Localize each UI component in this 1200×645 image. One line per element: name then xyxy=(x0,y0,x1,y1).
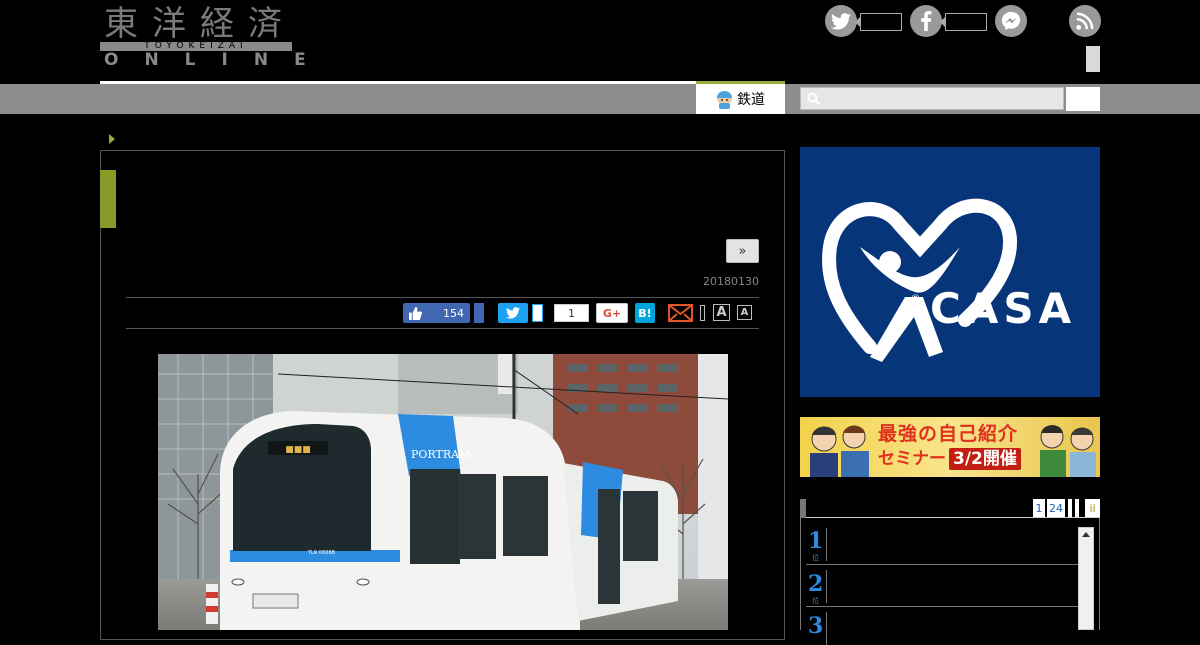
rank-divider-3 xyxy=(826,612,827,645)
search-input[interactable] xyxy=(800,87,1064,110)
font-size-divider xyxy=(700,305,705,321)
scroll-up-arrow-icon[interactable] xyxy=(1082,532,1090,537)
next-page-button[interactable]: » xyxy=(726,239,759,263)
thumbs-up-icon xyxy=(409,306,422,320)
mail-share-button[interactable] xyxy=(668,304,693,326)
messenger-icon xyxy=(1001,11,1021,31)
seminar-sub-label: セミナー xyxy=(878,449,946,469)
tram-car-number: TLR 0606B xyxy=(307,550,336,556)
casa-registered-mark: ® xyxy=(910,292,921,305)
nav-tab-railway[interactable]: 鉄道 xyxy=(696,81,785,114)
share-bar-bottom-rule xyxy=(126,328,759,329)
seminar-title: 最強の自己紹介 xyxy=(878,423,1019,445)
hatena-bookmark-button[interactable]: B! xyxy=(635,303,655,323)
twitter-bird-icon xyxy=(831,12,851,29)
site-logo-online[interactable]: ONLINE xyxy=(104,51,306,69)
ranking-panel xyxy=(800,518,1100,630)
train-character-icon xyxy=(717,90,732,109)
twitter-follower-count xyxy=(855,13,902,31)
ranking-tab-3[interactable] xyxy=(1068,499,1072,517)
seminar-advertisement[interactable]: 最強の自己紹介 セミナー 3/2開催 xyxy=(800,417,1100,477)
casa-logo-icon: ® CASA xyxy=(822,198,1076,362)
tweet-button[interactable] xyxy=(498,303,528,323)
font-small-button[interactable]: A xyxy=(737,305,752,320)
casa-advertisement[interactable]: ® CASA xyxy=(800,147,1100,397)
search-submit-button[interactable] xyxy=(1066,87,1100,111)
site-logo-kanji[interactable]: 東洋経済 xyxy=(104,4,296,44)
font-large-button[interactable]: A xyxy=(713,304,730,321)
tweet-bird-icon xyxy=(506,307,520,319)
facebook-like-count xyxy=(940,13,987,31)
rank-number-1: 1 xyxy=(808,528,824,554)
manga-characters-right-icon xyxy=(1040,425,1096,477)
share-count: 1 xyxy=(554,304,589,322)
svg-text:■■■: ■■■ xyxy=(285,445,311,455)
tweet-count xyxy=(532,304,543,322)
ranking-tab-24[interactable]: 24 xyxy=(1047,499,1065,517)
like-count: 154 xyxy=(443,306,464,320)
seminar-subtitle: セミナー 3/2開催 xyxy=(878,448,1021,470)
ranking-tab-4[interactable] xyxy=(1075,499,1079,517)
article-main-photo: ■■■ PORTRAM TLR 0606B xyxy=(158,354,728,630)
rank-suffix-2: 位 xyxy=(812,597,819,605)
facebook-like-button[interactable]: 154 xyxy=(403,303,470,323)
ranking-scrollbar[interactable] xyxy=(1078,527,1094,630)
ranking-tab-1[interactable]: 1 xyxy=(1033,499,1045,517)
facebook-f-icon xyxy=(921,11,932,31)
rss-icon xyxy=(1076,12,1094,30)
rss-button[interactable] xyxy=(1069,5,1101,37)
ranking-tab-5[interactable]: ii xyxy=(1085,499,1100,517)
casa-brand-text: CASA xyxy=(930,284,1076,333)
seminar-date: 3/2開催 xyxy=(949,448,1021,470)
rank-divider-1 xyxy=(826,528,827,561)
facebook-like-page-button[interactable] xyxy=(910,5,942,37)
rank-separator-1 xyxy=(806,564,1078,565)
twitter-follow-button[interactable] xyxy=(825,5,857,37)
mail-icon xyxy=(668,304,693,322)
facebook-share-button[interactable] xyxy=(474,303,484,323)
rank-number-2: 2 xyxy=(808,571,824,597)
article-title-accent xyxy=(100,170,116,228)
ranking-header-accent xyxy=(800,499,806,518)
rank-divider-2 xyxy=(826,570,827,603)
messenger-button[interactable] xyxy=(995,5,1027,37)
google-plus-button[interactable]: G+ xyxy=(596,303,628,323)
breadcrumb-arrow-icon xyxy=(109,134,115,144)
magnifier-icon xyxy=(807,92,821,106)
rank-suffix-1: 位 xyxy=(812,554,819,562)
nav-tab-railway-label: 鉄道 xyxy=(737,92,765,108)
rank-separator-2 xyxy=(806,606,1078,607)
header-side-toggle[interactable] xyxy=(1086,46,1100,72)
article-date: 20180130 xyxy=(703,275,759,288)
tram-sign-text: PORTRAM xyxy=(411,448,470,461)
rank-number-3: 3 xyxy=(808,613,824,639)
share-bar-top-rule xyxy=(126,297,759,298)
manga-characters-left-icon xyxy=(810,425,869,477)
